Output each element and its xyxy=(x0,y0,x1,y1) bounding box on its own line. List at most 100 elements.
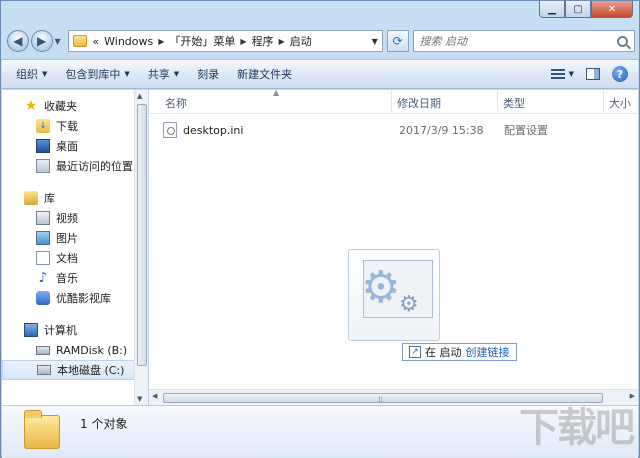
share-label: 共享 xyxy=(147,68,170,81)
nav-libraries-label: 库 xyxy=(44,192,55,205)
nav-favorites-label: 收藏夹 xyxy=(44,100,77,113)
chevron-down-icon: ▼ xyxy=(173,70,180,78)
desktop-icon xyxy=(36,139,50,153)
pictures-icon xyxy=(36,231,50,245)
recent-places-icon xyxy=(36,159,50,173)
window-controls: ▁ ▢ ✕ xyxy=(539,1,633,18)
breadcrumb-programs[interactable]: 程序 xyxy=(252,33,274,49)
chevron-down-icon[interactable]: ▼ xyxy=(372,37,378,46)
address-bar[interactable]: « Windows ▶ 「开始」菜单 ▶ 程序 ▶ 启动 ▼ xyxy=(68,30,383,52)
include-library-button[interactable]: 包含到库中 ▼ xyxy=(65,66,129,82)
column-modified[interactable]: 修改日期 xyxy=(397,95,441,111)
chevron-right-icon[interactable]: ▶ xyxy=(240,37,246,46)
column-name[interactable]: 名称 xyxy=(165,95,187,111)
nav-youku-label: 优酷影视库 xyxy=(56,292,111,305)
scroll-left-icon[interactable]: ◀ xyxy=(152,392,157,400)
drag-tooltip-prefix: 在 启动 xyxy=(425,346,462,359)
column-type[interactable]: 类型 xyxy=(503,95,525,111)
refresh-button[interactable]: ⟳ xyxy=(386,30,409,52)
nav-recent-places[interactable]: 最近访问的位置 xyxy=(2,156,147,176)
burn-label: 刻录 xyxy=(197,68,220,81)
chevron-right-icon[interactable]: ▶ xyxy=(158,37,164,46)
nav-documents-label: 文档 xyxy=(56,252,78,265)
nav-pictures[interactable]: 图片 xyxy=(2,228,147,248)
breadcrumb-overflow[interactable]: « xyxy=(92,35,99,48)
nav-videos[interactable]: 视频 xyxy=(2,208,147,228)
close-button[interactable]: ✕ xyxy=(591,1,633,18)
nav-libraries[interactable]: 库 xyxy=(2,188,147,208)
config-file-icon xyxy=(163,122,177,138)
breadcrumb-startup[interactable]: 启动 xyxy=(290,33,312,49)
video-icon xyxy=(36,211,50,225)
gear-icon: ⚙ xyxy=(399,292,419,317)
nav-documents[interactable]: 文档 xyxy=(2,248,147,268)
object-count: 1 个对象 xyxy=(80,416,128,431)
nav-downloads[interactable]: ↓ 下载 xyxy=(2,116,147,136)
nav-scroll-thumb[interactable] xyxy=(137,104,147,366)
preview-pane-icon[interactable] xyxy=(586,68,600,80)
organize-button[interactable]: 组织 ▼ xyxy=(16,66,47,82)
burn-button[interactable]: 刻录 xyxy=(197,66,219,82)
nav-scrollbar[interactable]: ▲ ▼ xyxy=(134,90,148,405)
system-drive-icon xyxy=(37,365,51,375)
nav-local-disk-label: 本地磁盘 (C:) xyxy=(57,364,125,377)
refresh-icon: ⟳ xyxy=(392,34,403,48)
folder-icon xyxy=(24,410,60,449)
organize-label: 组织 xyxy=(16,68,38,81)
file-row[interactable]: desktop.ini 2017/3/9 15:38 配置设置 xyxy=(163,120,633,140)
nav-recent-label: 最近访问的位置 xyxy=(56,160,133,173)
nav-music-label: 音乐 xyxy=(56,272,78,285)
back-arrow-icon: ◀ xyxy=(13,34,23,48)
music-note-icon: ♪ xyxy=(38,270,48,286)
explorer-window: ▁ ▢ ✕ ◀ ▶ ▼ « Windows ▶ 「开始」菜单 ▶ 程序 ▶ 启动… xyxy=(0,0,640,458)
share-button[interactable]: 共享 ▼ xyxy=(148,66,179,82)
drag-preview: ⚙ ⚙ xyxy=(348,249,440,341)
file-list: ▲ 名称 修改日期 类型 大小 desktop.ini 2017/3/9 15:… xyxy=(149,90,638,405)
nav-local-disk-c[interactable]: 本地磁盘 (C:) xyxy=(2,360,147,380)
help-icon[interactable]: ? xyxy=(612,66,628,82)
file-type: 配置设置 xyxy=(504,124,548,137)
include-library-label: 包含到库中 xyxy=(65,68,121,81)
gear-icon: ⚙ xyxy=(361,262,401,313)
nav-favorites[interactable]: ★ 收藏夹 xyxy=(2,96,147,116)
search-box[interactable] xyxy=(412,30,636,52)
forward-button[interactable]: ▶ xyxy=(30,30,53,52)
forward-arrow-icon: ▶ xyxy=(37,34,47,48)
minimize-button[interactable]: ▁ xyxy=(539,1,565,18)
column-header: ▲ 名称 修改日期 类型 大小 xyxy=(149,90,638,114)
new-folder-label: 新建文件夹 xyxy=(237,68,293,81)
recent-pages-dropdown[interactable]: ▼ xyxy=(55,37,65,46)
breadcrumb-windows[interactable]: Windows xyxy=(104,35,153,48)
address-row: ◀ ▶ ▼ « Windows ▶ 「开始」菜单 ▶ 程序 ▶ 启动 ▼ ⟳ xyxy=(7,27,636,55)
nav-youku[interactable]: 优酷影视库 xyxy=(2,288,147,308)
back-button[interactable]: ◀ xyxy=(7,30,29,52)
drive-icon xyxy=(36,345,50,355)
nav-downloads-label: 下载 xyxy=(56,120,78,133)
chevron-down-icon: ▼ xyxy=(42,70,48,78)
scroll-down-icon[interactable]: ▼ xyxy=(137,395,142,403)
nav-ramdisk[interactable]: RAMDisk (B:) xyxy=(2,340,147,360)
downloads-folder-icon: ↓ xyxy=(36,119,50,133)
chevron-right-icon[interactable]: ▶ xyxy=(279,37,285,46)
folder-icon xyxy=(73,35,88,47)
search-input[interactable] xyxy=(419,34,610,48)
nav-music[interactable]: ♪ 音乐 xyxy=(2,268,147,288)
view-list-icon xyxy=(550,68,565,80)
nav-pictures-label: 图片 xyxy=(56,232,78,245)
change-view-button[interactable]: ▼ xyxy=(550,68,574,80)
column-size[interactable]: 大小 xyxy=(609,95,631,111)
nav-desktop[interactable]: 桌面 xyxy=(2,136,147,156)
maximize-button[interactable]: ▢ xyxy=(565,1,591,18)
chevron-down-icon: ▼ xyxy=(124,70,130,78)
file-name: desktop.ini xyxy=(183,123,244,137)
new-folder-button[interactable]: 新建文件夹 xyxy=(237,66,292,82)
watermark: 下载吧 xyxy=(519,405,635,451)
nav-computer[interactable]: 计算机 xyxy=(2,320,147,340)
computer-icon xyxy=(24,323,38,337)
scroll-up-icon[interactable]: ▲ xyxy=(137,92,142,100)
grip-icon: ⁞⁞ xyxy=(378,395,384,404)
drag-tooltip: ↗ 在 启动 创建链接 xyxy=(402,343,517,361)
breadcrumb-start-menu[interactable]: 「开始」菜单 xyxy=(169,33,235,49)
toolbar: 组织 ▼ 包含到库中 ▼ 共享 ▼ 刻录 新建文件夹 ▼ ? xyxy=(2,59,638,89)
shortcut-arrow-icon: ↗ xyxy=(409,346,421,358)
